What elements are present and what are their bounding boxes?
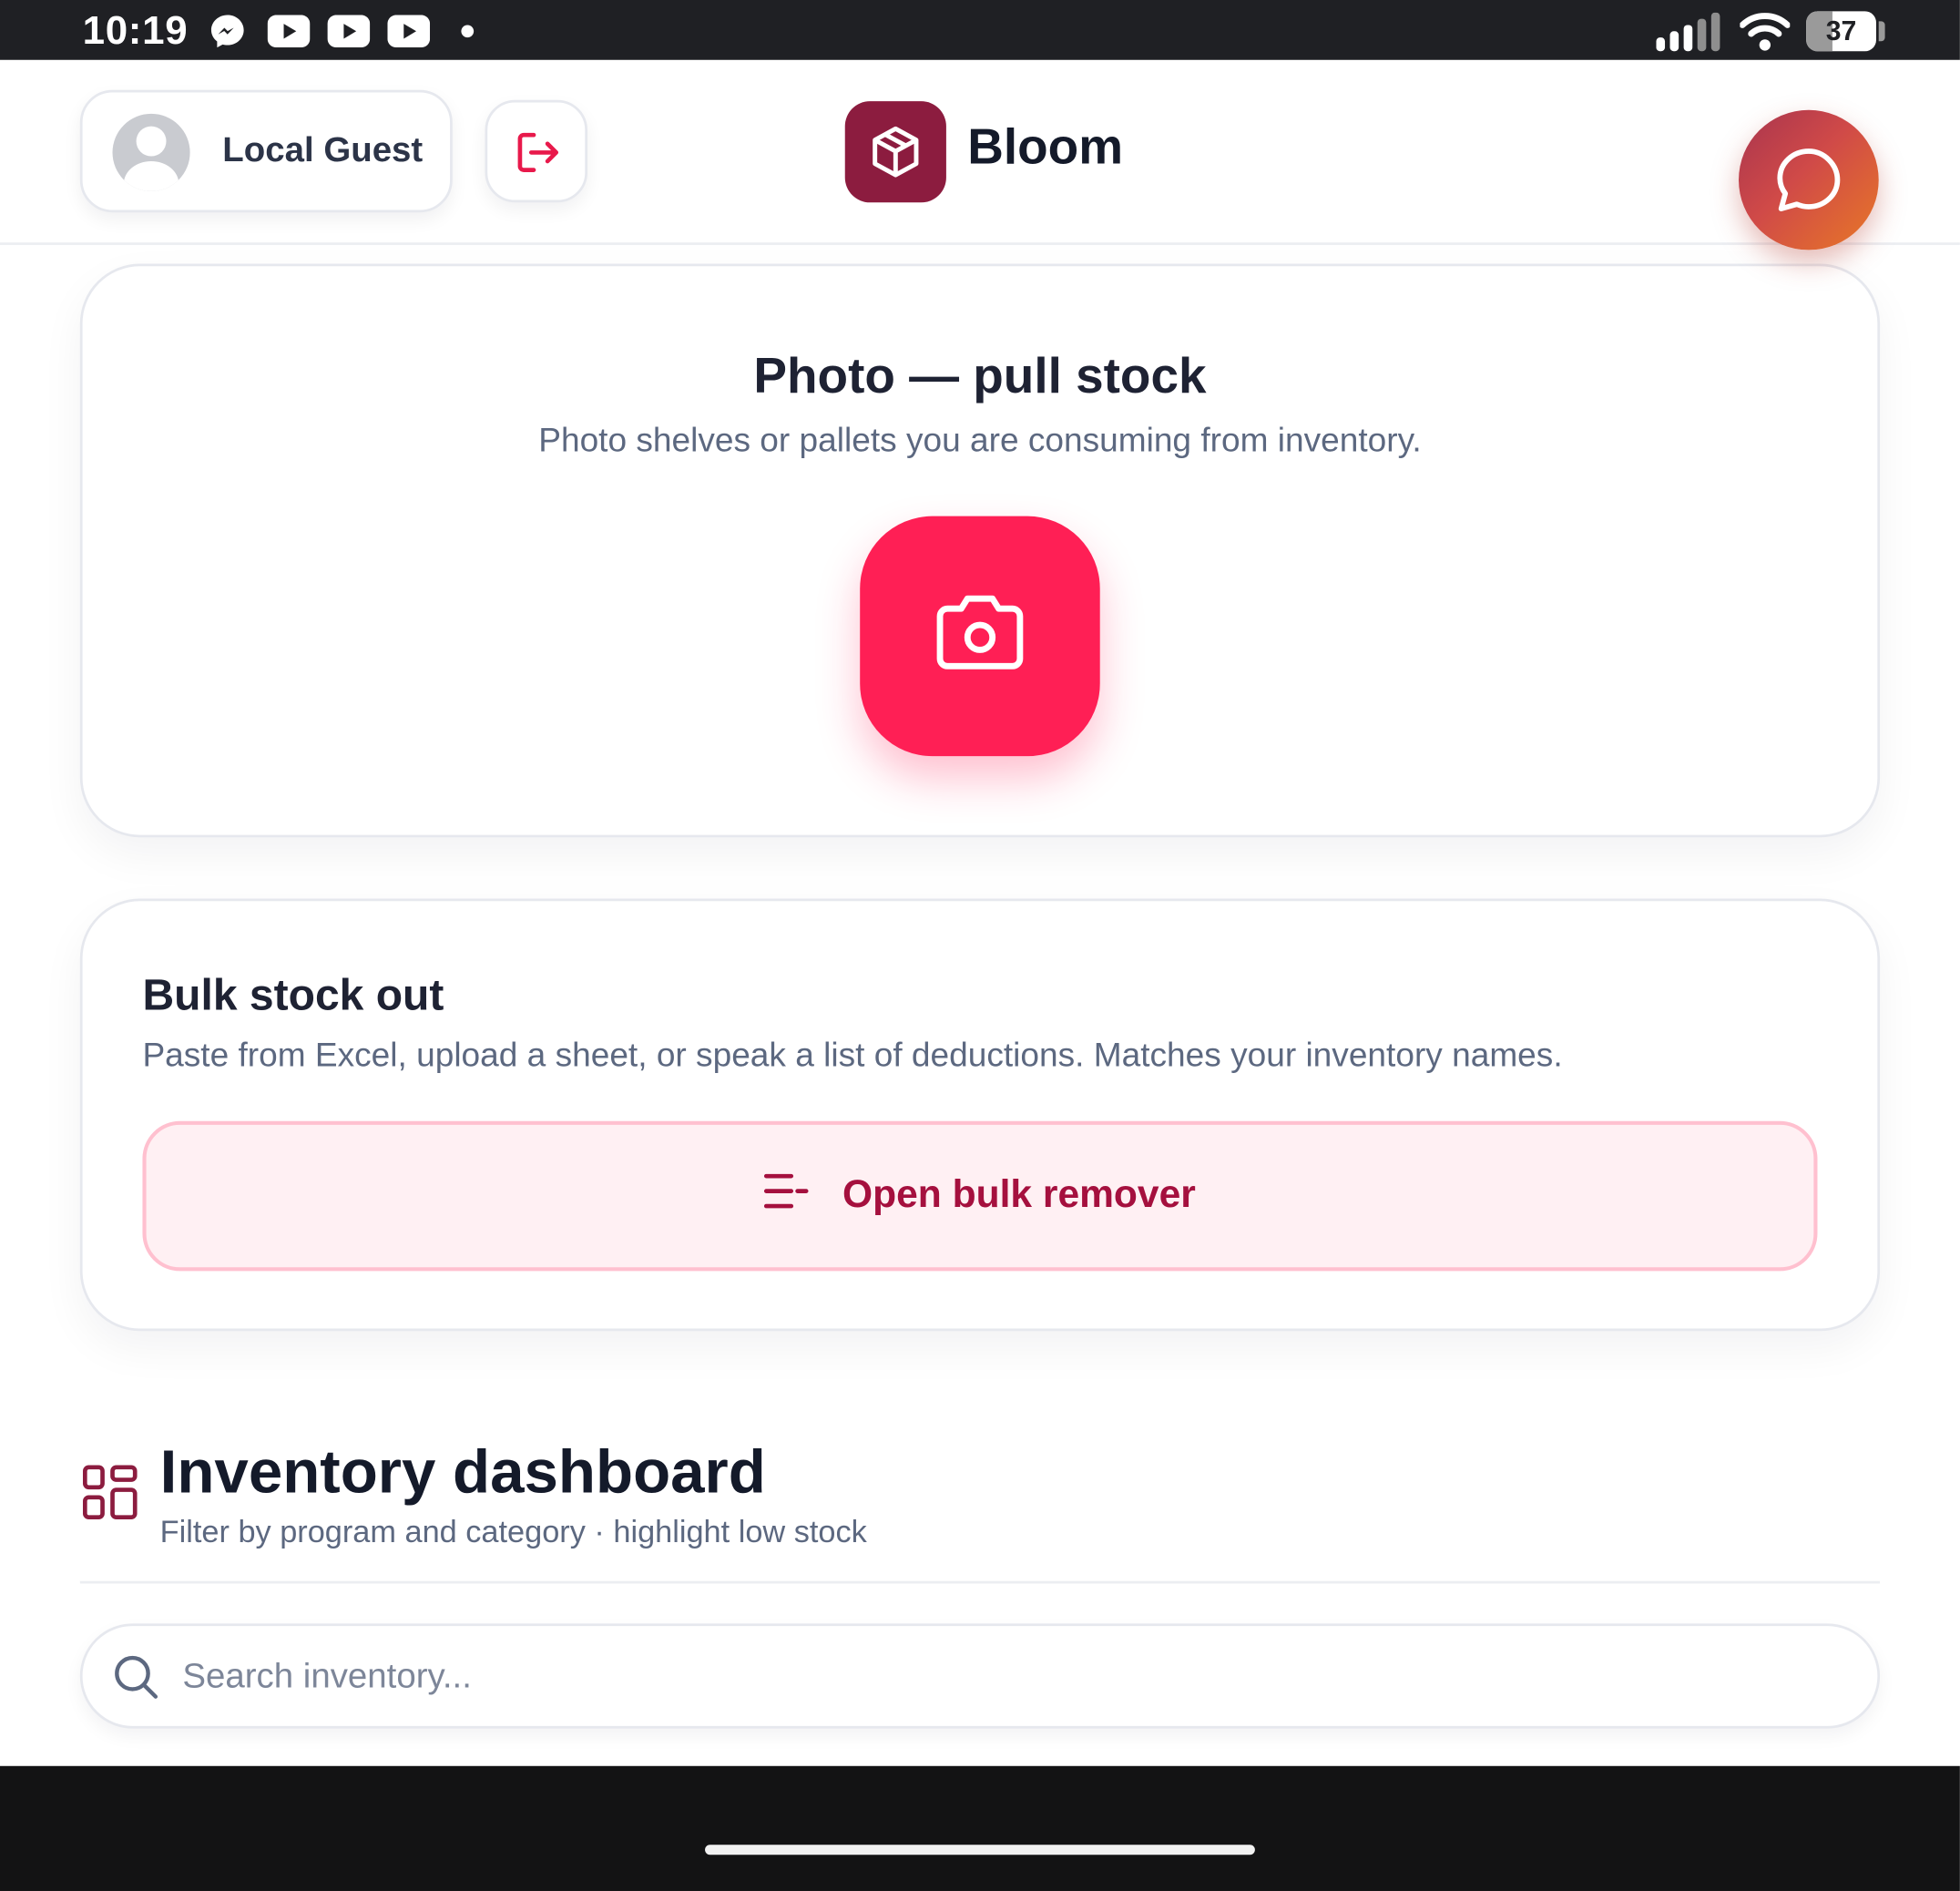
avatar bbox=[112, 113, 190, 191]
dashboard-subtitle: Filter by program and category · highlig… bbox=[159, 1514, 867, 1550]
photo-card-subtitle: Photo shelves or pallets you are consumi… bbox=[538, 421, 1422, 459]
status-bar: 10:19 37 bbox=[0, 0, 1960, 60]
bulk-button-label: Open bulk remover bbox=[842, 1171, 1196, 1216]
search-icon bbox=[115, 1655, 158, 1699]
battery-tip bbox=[1878, 21, 1885, 42]
youtube-icon bbox=[327, 15, 371, 48]
brand-logo bbox=[844, 101, 946, 203]
user-name: Local Guest bbox=[222, 129, 424, 169]
bulk-card-subtitle: Paste from Excel, upload a sheet, or spe… bbox=[142, 1036, 1563, 1074]
brand-name: Bloom bbox=[967, 119, 1124, 176]
youtube-icon bbox=[267, 15, 311, 48]
search-bar[interactable] bbox=[79, 1623, 1881, 1729]
photo-card-title: Photo — pull stock bbox=[753, 348, 1207, 404]
package-icon bbox=[873, 126, 919, 178]
battery-level: 37 bbox=[1825, 15, 1857, 46]
camera-icon bbox=[936, 595, 1024, 670]
bulk-stock-out-card: Bulk stock out Paste from Excel, upload … bbox=[79, 898, 1881, 1332]
status-time: 10:19 bbox=[82, 7, 189, 53]
search-input[interactable] bbox=[182, 1643, 1832, 1709]
divider bbox=[79, 1580, 1881, 1584]
messenger-icon bbox=[210, 15, 244, 48]
photo-pull-stock-card: Photo — pull stock Photo shelves or pall… bbox=[79, 263, 1881, 838]
open-bulk-remover-button[interactable]: Open bulk remover bbox=[142, 1120, 1818, 1272]
home-indicator[interactable] bbox=[705, 1845, 1255, 1855]
app-header: Local Guest Bloom bbox=[0, 59, 1960, 245]
logout-icon bbox=[517, 132, 559, 172]
system-nav-bar bbox=[0, 1765, 1960, 1891]
dashboard-title: Inventory dashboard bbox=[159, 1438, 766, 1507]
chat-button[interactable] bbox=[1739, 109, 1879, 250]
logout-button[interactable] bbox=[485, 99, 588, 203]
youtube-icon bbox=[387, 15, 431, 48]
wifi-icon bbox=[1740, 13, 1791, 51]
battery-icon: 37 bbox=[1806, 11, 1876, 52]
signal-icon bbox=[1656, 12, 1720, 52]
bulk-card-title: Bulk stock out bbox=[142, 971, 444, 1020]
chat-bubble-icon bbox=[1777, 148, 1841, 212]
take-photo-button[interactable] bbox=[860, 516, 1100, 757]
list-minus-icon bbox=[764, 1173, 810, 1209]
dashboard-grid-icon bbox=[82, 1465, 138, 1520]
user-profile-chip[interactable]: Local Guest bbox=[79, 89, 453, 213]
more-notifications-dot bbox=[461, 25, 475, 38]
